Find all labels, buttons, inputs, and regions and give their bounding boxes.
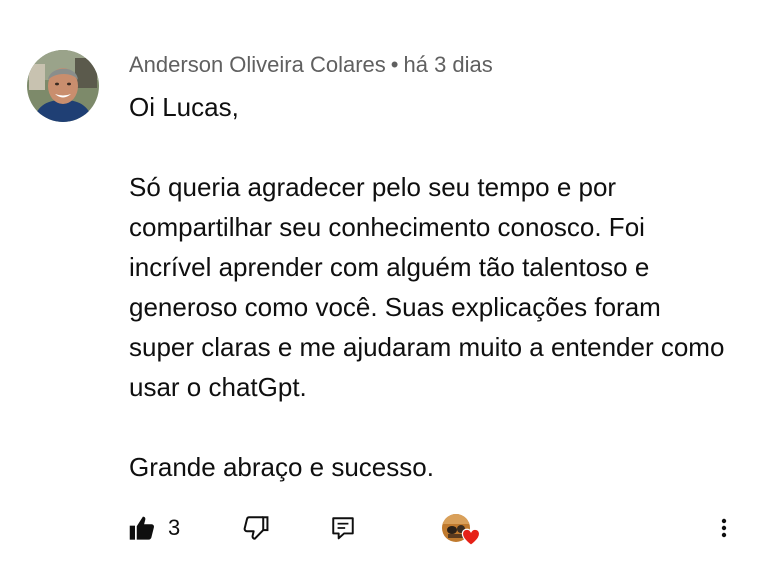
author-photo [27,50,99,122]
author-avatar[interactable] [27,50,99,122]
like-count: 3 [168,515,181,540]
header-separator: • [390,52,399,77]
more-vert-icon [721,518,727,538]
reply-icon [332,517,354,540]
comment-paragraph: Oi Lucas, [129,92,239,122]
dislike-button[interactable] [242,506,270,550]
more-actions-button[interactable] [712,506,736,550]
like-button[interactable]: 3 [128,506,180,550]
comment-paragraph: Só queria agradecer pelo seu tempo e por… [129,172,725,402]
comment-header: Anderson Oliveira Colares • há 3 dias [129,51,493,79]
author-name[interactable]: Anderson Oliveira Colares [129,52,386,77]
comment-body: Oi Lucas, Só queria agradecer pelo seu t… [129,87,729,487]
comment-paragraph: Grande abraço e sucesso. [129,452,434,482]
thumbs-down-icon [243,516,269,540]
creator-heart [442,506,482,550]
comment-time[interactable]: há 3 dias [403,52,492,77]
comment-actions: 3 [0,506,768,550]
creator-heart-icon [461,528,481,546]
reply-button[interactable] [330,506,356,550]
thumbs-up-icon [129,516,155,540]
